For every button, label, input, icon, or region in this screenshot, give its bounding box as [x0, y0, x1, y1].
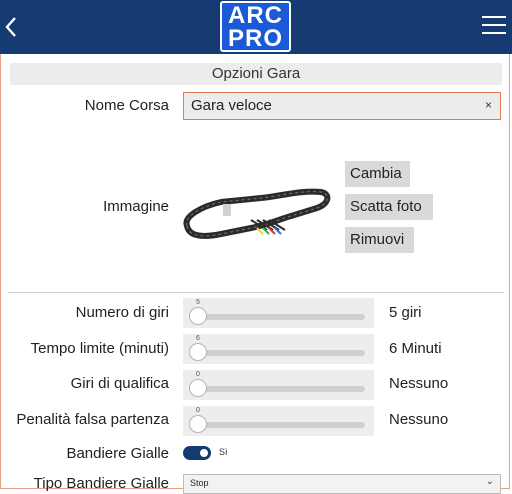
false-start-penalty-slider[interactable]: 0: [183, 406, 374, 436]
yellow-flag-type-select[interactable]: Stop ⌄: [183, 474, 501, 494]
app-header: ARC PRO: [0, 0, 512, 54]
slider-track[interactable]: [197, 386, 365, 392]
race-track-image: [183, 188, 331, 239]
image-label: Immagine: [103, 198, 169, 215]
yellow-flags-state: Sì: [219, 447, 228, 457]
race-name-field[interactable]: Gara veloce ×: [183, 92, 501, 120]
false-start-penalty-value: Nessuno: [389, 411, 449, 428]
false-start-penalty-label: Penalità falsa partenza: [16, 411, 169, 428]
section-title: Opzioni Gara: [10, 63, 502, 85]
laps-slider[interactable]: 5: [183, 298, 374, 328]
yellow-flag-type-value[interactable]: Stop: [190, 478, 209, 488]
slider-track[interactable]: [197, 350, 365, 356]
laps-label: Numero di giri: [75, 304, 169, 321]
time-limit-label: Tempo limite (minuti): [30, 340, 169, 357]
slider-track[interactable]: [197, 422, 365, 428]
slider-tip: 6: [196, 335, 200, 342]
yellow-flag-type-label: Tipo Bandiere Gialle: [33, 475, 169, 492]
back-chevron-icon[interactable]: [4, 12, 24, 40]
hamburger-menu-icon[interactable]: [482, 16, 506, 36]
race-name-value[interactable]: Gara veloce: [191, 97, 272, 114]
slider-thumb[interactable]: [189, 379, 207, 397]
slider-thumb[interactable]: [189, 307, 207, 325]
qualifying-laps-slider[interactable]: 0: [183, 370, 374, 400]
slider-track[interactable]: [197, 314, 365, 320]
slider-thumb[interactable]: [189, 415, 207, 433]
slider-thumb[interactable]: [189, 343, 207, 361]
yellow-flags-label: Bandiere Gialle: [66, 445, 169, 462]
logo-line-2: PRO: [227, 25, 283, 52]
race-name-label: Nome Corsa: [84, 97, 169, 114]
arc-pro-logo: ARC PRO: [220, 1, 291, 52]
slider-tip: 0: [196, 371, 200, 378]
chevron-down-icon[interactable]: ⌄: [486, 476, 494, 487]
yellow-flags-toggle[interactable]: [183, 446, 211, 460]
slider-tip: 0: [196, 407, 200, 414]
divider: [8, 292, 504, 293]
qualifying-laps-value: Nessuno: [389, 375, 449, 392]
toggle-knob: [200, 449, 208, 457]
change-image-button[interactable]: Cambia: [345, 161, 410, 187]
qualifying-laps-label: Giri di qualifica: [70, 375, 169, 392]
take-photo-button[interactable]: Scatta foto: [345, 194, 433, 220]
time-limit-value: 6 Minuti: [389, 340, 442, 357]
slider-tip: 5: [196, 299, 200, 306]
clear-icon[interactable]: ×: [485, 98, 492, 112]
laps-value: 5 giri: [389, 304, 422, 321]
time-limit-slider[interactable]: 6: [183, 334, 374, 364]
remove-image-button[interactable]: Rimuovi: [345, 227, 414, 253]
